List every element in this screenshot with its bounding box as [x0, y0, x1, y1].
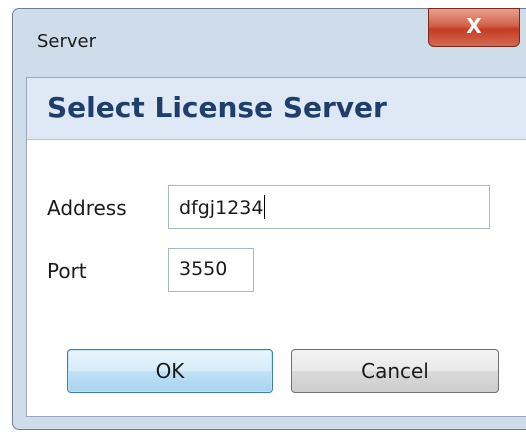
ok-button-label: OK [155, 359, 185, 383]
close-icon: X [466, 14, 482, 38]
port-label: Port [47, 259, 87, 283]
server-dialog: Server X Select License Server Address d… [12, 8, 526, 430]
title-bar[interactable]: Server X [13, 8, 526, 77]
dialog-content: Select License Server Address dfgj1234 P… [26, 77, 526, 417]
address-input[interactable]: dfgj1234 [168, 185, 490, 229]
text-caret [264, 195, 266, 219]
cancel-button-label: Cancel [361, 359, 429, 383]
dialog-header-title: Select License Server [47, 91, 387, 124]
dialog-header: Select License Server [27, 78, 526, 140]
address-value: dfgj1234 [179, 197, 264, 219]
close-button[interactable]: X [428, 8, 520, 47]
port-input[interactable]: 3550 [168, 248, 254, 292]
window-title: Server [37, 31, 97, 52]
address-label: Address [47, 196, 127, 220]
cancel-button[interactable]: Cancel [291, 349, 499, 393]
ok-button[interactable]: OK [67, 349, 273, 393]
port-value: 3550 [179, 258, 228, 280]
